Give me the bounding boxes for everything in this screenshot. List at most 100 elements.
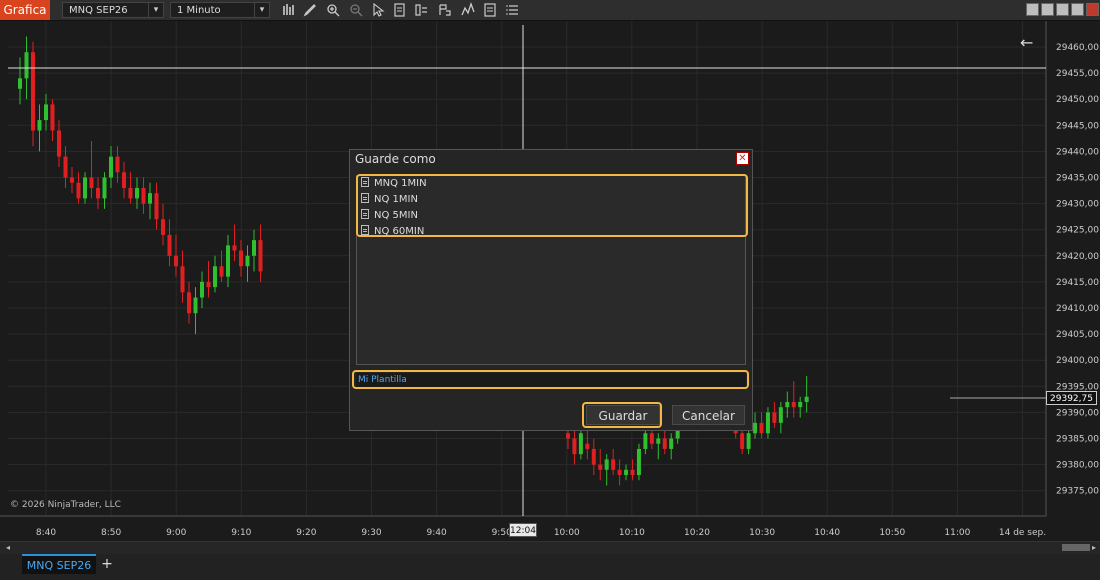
candle-body	[63, 156, 68, 178]
maximize-button[interactable]	[1071, 3, 1084, 16]
timeframe-label: 1 Minuto	[177, 5, 221, 16]
candle-body	[636, 448, 641, 476]
candle-body	[219, 266, 224, 277]
properties-icon[interactable]	[392, 2, 408, 18]
zoom-out-icon[interactable]	[348, 2, 364, 18]
candle-body	[193, 297, 198, 314]
price-tick-label: 29460,00	[1056, 43, 1099, 53]
candle-body	[245, 255, 250, 267]
instrument-selector[interactable]: MNQ SEP26 ▾	[62, 2, 164, 18]
tab-mnq-sep26[interactable]: MNQ SEP26	[22, 554, 96, 574]
candle-body	[669, 438, 674, 449]
candle-body	[572, 438, 577, 455]
time-tick-label: 10:50	[879, 528, 905, 538]
add-tab-button[interactable]: +	[99, 556, 115, 572]
scroll-thumb[interactable]	[1062, 544, 1090, 551]
copyright-text: © 2026 NinjaTrader, LLC	[10, 500, 121, 510]
candle-body	[791, 401, 796, 408]
candle-body	[200, 281, 204, 298]
candle-body	[598, 464, 603, 470]
candle-body	[649, 433, 654, 444]
time-tick-label: 10:00	[554, 528, 580, 538]
instrument-label: MNQ SEP26	[69, 5, 128, 16]
price-tick-label: 29410,00	[1056, 304, 1099, 314]
templates-icon[interactable]	[482, 2, 498, 18]
chart-toolbar: Grafica MNQ SEP26 ▾ 1 Minuto ▾	[0, 0, 1100, 21]
scroll-left-icon[interactable]: ◂	[6, 543, 10, 552]
price-tick-label: 29450,00	[1056, 95, 1099, 105]
price-tick-label: 29455,00	[1056, 69, 1099, 79]
candle-body	[180, 266, 185, 293]
time-tick-label: 9:40	[426, 528, 446, 538]
close-window-button[interactable]	[1086, 3, 1099, 16]
save-highlight-box	[582, 402, 662, 428]
candle-body	[167, 234, 172, 256]
close-dialog-button[interactable]: ✕	[736, 152, 749, 165]
strategies-icon[interactable]	[437, 2, 453, 18]
chevron-down-icon[interactable]: ▾	[254, 3, 269, 17]
crosshair-time-label: 12:04	[509, 523, 537, 537]
candle-body	[174, 255, 178, 267]
candle-body	[765, 412, 770, 434]
tile-button[interactable]	[1041, 3, 1054, 16]
time-tick-label: 9:20	[296, 528, 316, 538]
price-tick-label: 29445,00	[1056, 121, 1099, 131]
candle-body	[115, 156, 120, 173]
candle-body	[70, 177, 74, 183]
price-tick-label: 29385,00	[1056, 435, 1099, 445]
candle-body	[128, 187, 133, 199]
candle-body	[122, 172, 126, 188]
zoom-in-icon[interactable]	[325, 2, 341, 18]
candle-body	[656, 438, 661, 444]
chart-tab-bar: MNQ SEP26 +	[0, 554, 1100, 580]
time-tick-label: 8:40	[36, 528, 56, 538]
chart-trader-icon[interactable]	[460, 2, 476, 18]
time-tick-label: 10:20	[684, 528, 710, 538]
candle-body	[643, 433, 648, 449]
candle-body	[161, 219, 165, 235]
input-highlight-box	[352, 370, 749, 389]
candle-body	[753, 422, 758, 434]
indicators-icon[interactable]	[414, 2, 430, 18]
candle-body	[662, 438, 667, 449]
candle-body	[617, 469, 622, 476]
price-tick-label: 29435,00	[1056, 174, 1099, 184]
candle-body	[778, 407, 783, 423]
candle-body	[566, 433, 570, 439]
candle-body	[37, 120, 42, 131]
draw-pencil-icon[interactable]	[302, 2, 318, 18]
bar-type-icon[interactable]	[281, 2, 297, 18]
horizontal-scrollbar[interactable]: ◂ ▸	[0, 541, 1100, 554]
price-tick-label: 29430,00	[1056, 200, 1099, 210]
app-tab[interactable]: Grafica	[0, 0, 50, 20]
last-price-marker: 29392,75	[1046, 391, 1097, 405]
time-tick-label: 10:40	[814, 528, 840, 538]
candle-body	[785, 401, 790, 408]
candle-body	[591, 448, 596, 465]
pointer-icon[interactable]	[370, 2, 386, 18]
price-tick-label: 29440,00	[1056, 147, 1099, 157]
candle-body	[611, 459, 616, 470]
time-tick-label: 8:50	[101, 528, 121, 538]
candle-body	[141, 187, 146, 204]
candle-body	[206, 281, 211, 288]
time-tick-label: 10:10	[619, 528, 645, 538]
chevron-down-icon[interactable]: ▾	[148, 3, 163, 17]
link-button[interactable]	[1056, 3, 1069, 16]
candle-body	[630, 469, 635, 476]
candle-body	[96, 187, 100, 199]
cancel-button[interactable]: Cancelar	[672, 405, 745, 425]
menu-icon[interactable]	[505, 2, 521, 18]
candle-body	[154, 193, 159, 220]
candle-body	[604, 459, 609, 470]
candle-body	[18, 78, 22, 89]
time-tick-label: 9:30	[361, 528, 381, 538]
candle-body	[746, 433, 751, 449]
back-arrow-icon[interactable]: ←	[1020, 33, 1033, 52]
minimize-button[interactable]	[1026, 3, 1039, 16]
candle-body	[759, 422, 764, 434]
dialog-title: Guarde como	[355, 152, 436, 166]
timeframe-selector[interactable]: 1 Minuto ▾	[170, 2, 270, 18]
scroll-right-icon[interactable]: ▸	[1092, 543, 1096, 552]
candle-body	[148, 193, 152, 204]
